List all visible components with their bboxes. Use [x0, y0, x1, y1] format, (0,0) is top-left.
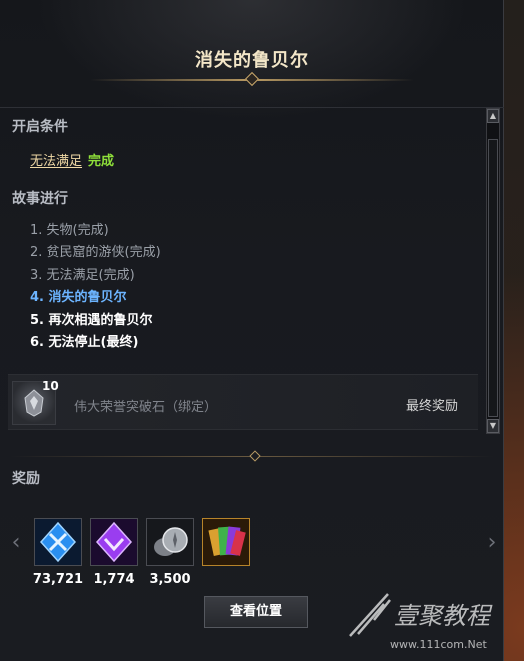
- conditions-header: 开启条件: [12, 119, 68, 135]
- watermark-text: 壹聚教程: [394, 602, 490, 630]
- condition-item: 无法满足 完成: [30, 150, 114, 169]
- silver-coin-quantity: 3,500: [149, 572, 191, 587]
- section-divider: [0, 107, 504, 108]
- rewards-header: 奖励: [12, 471, 40, 487]
- quest-title: 消失的鲁贝尔: [195, 50, 309, 71]
- story-item-1[interactable]: 1. 失物(完成): [30, 220, 161, 242]
- scroll-down-button[interactable]: ▼: [487, 419, 499, 433]
- condition-status: 完成: [88, 154, 115, 169]
- scroll-up-button[interactable]: ▲: [487, 109, 499, 123]
- scroll-thumb[interactable]: [488, 139, 498, 417]
- scrollbar[interactable]: ▲ ▼: [486, 108, 500, 434]
- story-header: 故事进行: [12, 191, 68, 207]
- final-reward-name: 伟大荣誉突破石（绑定）: [74, 400, 218, 415]
- condition-link[interactable]: 无法满足: [30, 154, 82, 169]
- arrow-up-icon: ▲: [489, 111, 497, 120]
- final-reward-quantity: 10: [42, 379, 59, 393]
- story-item-3[interactable]: 3. 无法满足(完成): [30, 265, 161, 287]
- silver-coin-icon[interactable]: [146, 518, 194, 566]
- rewards-next-arrow[interactable]: ›: [482, 530, 502, 555]
- story-item-6[interactable]: 6. 无法停止(最终): [30, 332, 161, 354]
- story-list: 1. 失物(完成) 2. 贫民窟的游侠(完成) 3. 无法满足(完成) 4. 消…: [30, 220, 161, 354]
- divider-gem-ornament: [249, 450, 261, 462]
- rewards-prev-arrow[interactable]: ‹: [6, 530, 26, 555]
- watermark: 壹聚教程 www.111com.Net: [344, 590, 520, 656]
- final-reward-row: 10 伟大荣誉突破石（绑定） 最终奖励: [8, 374, 478, 430]
- story-item-2[interactable]: 2. 贫民窟的游侠(完成): [30, 242, 161, 264]
- arrow-down-icon: ▼: [489, 421, 497, 430]
- story-item-5[interactable]: 5. 再次相遇的鲁贝尔: [30, 310, 161, 332]
- title-gem-ornament: [244, 71, 260, 87]
- title-bar: 消失的鲁贝尔: [0, 0, 504, 87]
- view-location-button[interactable]: 查看位置: [204, 596, 308, 628]
- purple-crystal-quantity: 1,774: [93, 572, 135, 587]
- blue-crystal-icon[interactable]: [34, 518, 82, 566]
- blue-crystal-quantity: 73,721: [32, 572, 84, 587]
- watermark-url: www.111com.Net: [390, 638, 487, 651]
- final-reward-label: 最终奖励: [405, 399, 458, 414]
- purple-crystal-icon[interactable]: [90, 518, 138, 566]
- card-pack-icon[interactable]: [202, 518, 250, 566]
- story-item-4[interactable]: 4. 消失的鲁贝尔: [30, 287, 161, 309]
- quest-panel: 消失的鲁贝尔 开启条件 无法满足 完成 故事进行 1. 失物(完成) 2. 贫民窟…: [0, 0, 504, 661]
- watermark-logo-icon: [349, 593, 391, 637]
